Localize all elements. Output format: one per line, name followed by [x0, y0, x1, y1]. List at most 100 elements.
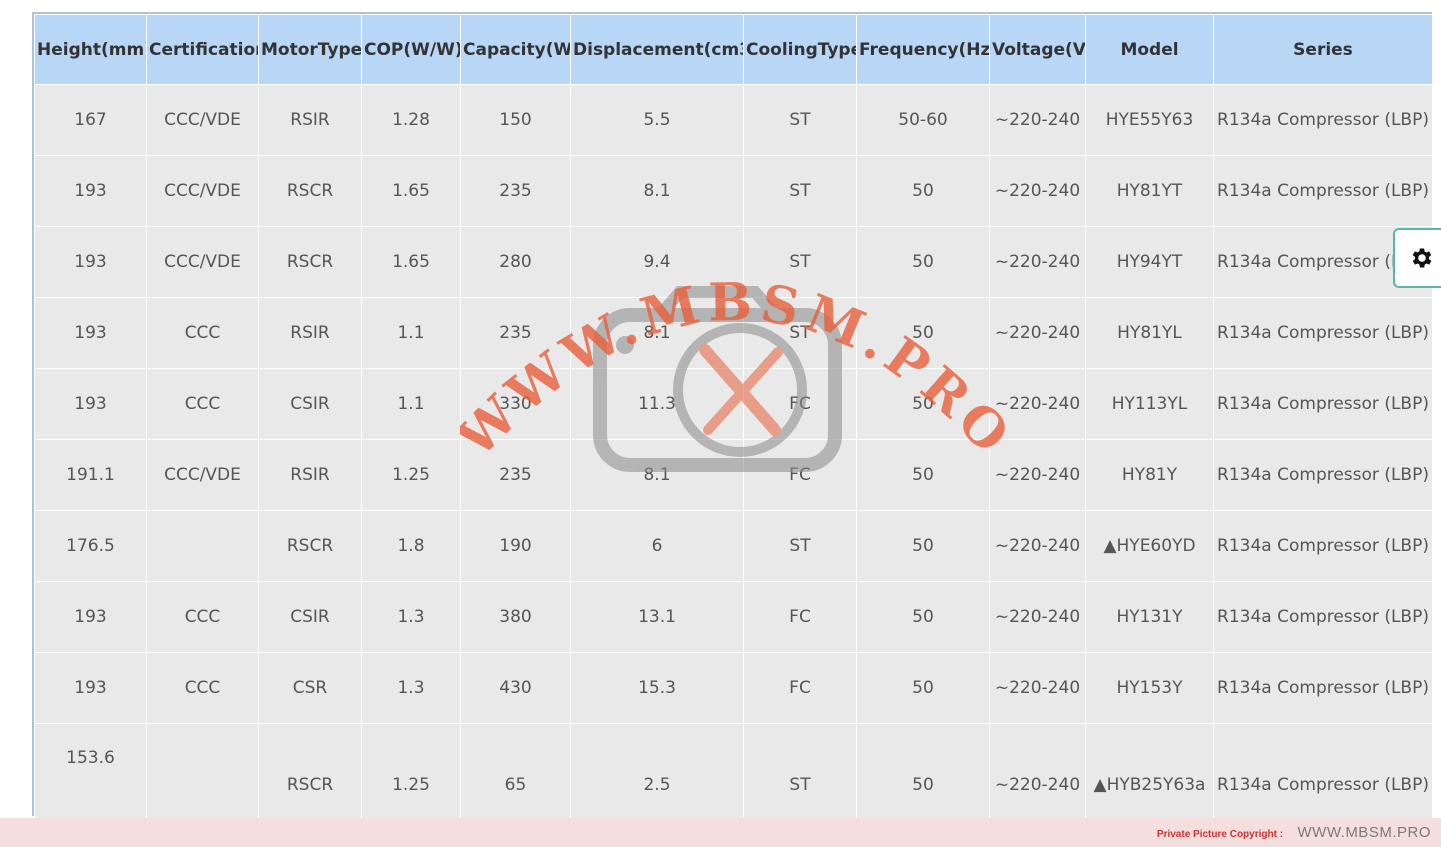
cell-motor-type: RSCR: [258, 155, 362, 227]
cell-model: HY81Y: [1085, 439, 1214, 511]
cell-cop: 1.65: [361, 155, 461, 227]
cell-series: R134a Compressor (LBP): [1213, 581, 1433, 653]
cell-model: HYE55Y63: [1085, 84, 1214, 156]
cell-frequency: 50: [856, 652, 990, 724]
cell-voltage: ~220-240: [989, 581, 1086, 653]
cell-cooling-type: ST: [743, 297, 857, 369]
cell-displacement: 9.4: [570, 226, 744, 298]
cell-cooling-type: FC: [743, 652, 857, 724]
cell-certification: [146, 510, 259, 582]
table-row: 167 CCC/VDE RSIR 1.28 150 5.5 ST 50-60 ~220-240 H…: [34, 84, 1433, 156]
cell-displacement: 8.1: [570, 439, 744, 511]
cell-capacity: 150: [460, 84, 571, 156]
cell-height: 176.5: [34, 510, 147, 582]
table-body: 167 CCC/VDE RSIR 1.28 150 5.5 ST 50-60 ~220-240 H…: [34, 84, 1433, 847]
cell-certification: CCC/VDE: [146, 155, 259, 227]
table-row: 176.5 RSCR 1.8 190 6 ST 50 ~220-240 ▲HYE60YD R134…: [34, 510, 1433, 582]
cell-motor-type: RSIR: [258, 297, 362, 369]
table-row: 193 CCC RSIR 1.1 235 8.1 ST 50 ~220-240 HY81YL R13…: [34, 297, 1433, 369]
cell-series: R134a Compressor (LBP): [1213, 652, 1433, 724]
cell-frequency: 50: [856, 368, 990, 440]
table-row: 193 CCC CSIR 1.1 330 11.3 FC 50 ~220-240 HY113YL R…: [34, 368, 1433, 440]
cell-capacity: 235: [460, 297, 571, 369]
cell-cooling-type: FC: [743, 581, 857, 653]
cell-model: ▲HYE60YD: [1085, 510, 1214, 582]
cell-voltage: ~220-240: [989, 652, 1086, 724]
cell-motor-type: RSIR: [258, 439, 362, 511]
cell-frequency: 50: [856, 439, 990, 511]
cell-motor-type: CSR: [258, 652, 362, 724]
cell-voltage: ~220-240: [989, 297, 1086, 369]
cell-motor-type: RSIR: [258, 84, 362, 156]
settings-button[interactable]: [1393, 228, 1441, 288]
header-cooling-type: CoolingType: [743, 14, 857, 85]
cell-model: HY113YL: [1085, 368, 1214, 440]
cell-capacity: 190: [460, 510, 571, 582]
header-series: Series: [1213, 14, 1433, 85]
gear-icon: [1412, 248, 1432, 268]
cell-displacement: 13.1: [570, 581, 744, 653]
cell-motor-type: RSCR: [258, 510, 362, 582]
header-row: Height(mm) Certification MotorType COP(W…: [34, 14, 1433, 85]
table-row: 193 CCC/VDE RSCR 1.65 235 8.1 ST 50 ~220-240 HY81…: [34, 155, 1433, 227]
cell-frequency: 50: [856, 510, 990, 582]
cell-height: 191.1: [34, 439, 147, 511]
cell-displacement: 5.5: [570, 84, 744, 156]
cell-voltage: ~220-240: [989, 84, 1086, 156]
cell-model: HY153Y: [1085, 652, 1214, 724]
cell-cooling-type: FC: [743, 368, 857, 440]
cell-voltage: ~220-240: [989, 155, 1086, 227]
compressor-spec-table-container: Height(mm) Certification MotorType COP(W…: [32, 12, 1433, 847]
cell-cooling-type: ST: [743, 84, 857, 156]
cell-certification: CCC/VDE: [146, 439, 259, 511]
cell-certification: CCC: [146, 581, 259, 653]
cell-capacity: 330: [460, 368, 571, 440]
cell-displacement: 15.3: [570, 652, 744, 724]
cell-height: 193: [34, 155, 147, 227]
cell-series: R134a Compressor (LBP): [1213, 84, 1433, 156]
cell-certification: CCC/VDE: [146, 226, 259, 298]
copyright-notice: Private Picture Copyright : WWW.MBSM.PRO: [1157, 824, 1431, 842]
cell-displacement: 6: [570, 510, 744, 582]
cell-cop: 1.1: [361, 297, 461, 369]
cell-cop: 1.1: [361, 368, 461, 440]
cell-series: R134a Compressor (LBP): [1213, 510, 1433, 582]
cell-height: 193: [34, 226, 147, 298]
cell-model: HY81YT: [1085, 155, 1214, 227]
cell-series: R134a Compressor (LBP): [1213, 368, 1433, 440]
header-displacement: Displacement(cm3): [570, 14, 744, 85]
cell-frequency: 50: [856, 297, 990, 369]
cell-cooling-type: ST: [743, 226, 857, 298]
cell-height: 193: [34, 652, 147, 724]
cell-cop: 1.28: [361, 84, 461, 156]
copyright-site: WWW.MBSM.PRO: [1297, 824, 1431, 841]
copyright-label: Private Picture Copyright :: [1156, 829, 1284, 840]
compressor-spec-table: Height(mm) Certification MotorType COP(W…: [34, 14, 1433, 847]
cell-height: 193: [34, 297, 147, 369]
cell-series: R134a Compressor (LBP): [1213, 297, 1433, 369]
table-row: 193 CCC/VDE RSCR 1.65 280 9.4 ST 50 ~220-240 HY94…: [34, 226, 1433, 298]
header-frequency: Frequency(Hz): [856, 14, 990, 85]
cell-certification: CCC: [146, 297, 259, 369]
header-cop: COP(W/W): [361, 14, 461, 85]
table-row: 193 CCC CSR 1.3 430 15.3 FC 50 ~220-240 HY153Y R13…: [34, 652, 1433, 724]
table-row: 193 CCC CSIR 1.3 380 13.1 FC 50 ~220-240 HY131Y R1…: [34, 581, 1433, 653]
cell-cooling-type: ST: [743, 510, 857, 582]
cell-height: 193: [34, 581, 147, 653]
cell-series: R134a Compressor (LBP): [1213, 439, 1433, 511]
cell-cop: 1.3: [361, 581, 461, 653]
cell-height: 167: [34, 84, 147, 156]
cell-displacement: 8.1: [570, 155, 744, 227]
header-motor-type: MotorType: [258, 14, 362, 85]
cell-capacity: 280: [460, 226, 571, 298]
cell-capacity: 430: [460, 652, 571, 724]
cell-frequency: 50: [856, 155, 990, 227]
cell-cop: 1.65: [361, 226, 461, 298]
cell-frequency: 50: [856, 226, 990, 298]
cell-model: HY81YL: [1085, 297, 1214, 369]
header-voltage: Voltage(V): [989, 14, 1086, 85]
cell-height: 193: [34, 368, 147, 440]
table-row: 191.1 CCC/VDE RSIR 1.25 235 8.1 FC 50 ~220-240 HY…: [34, 439, 1433, 511]
cell-displacement: 8.1: [570, 297, 744, 369]
page: Height(mm) Certification MotorType COP(W…: [0, 0, 1441, 847]
